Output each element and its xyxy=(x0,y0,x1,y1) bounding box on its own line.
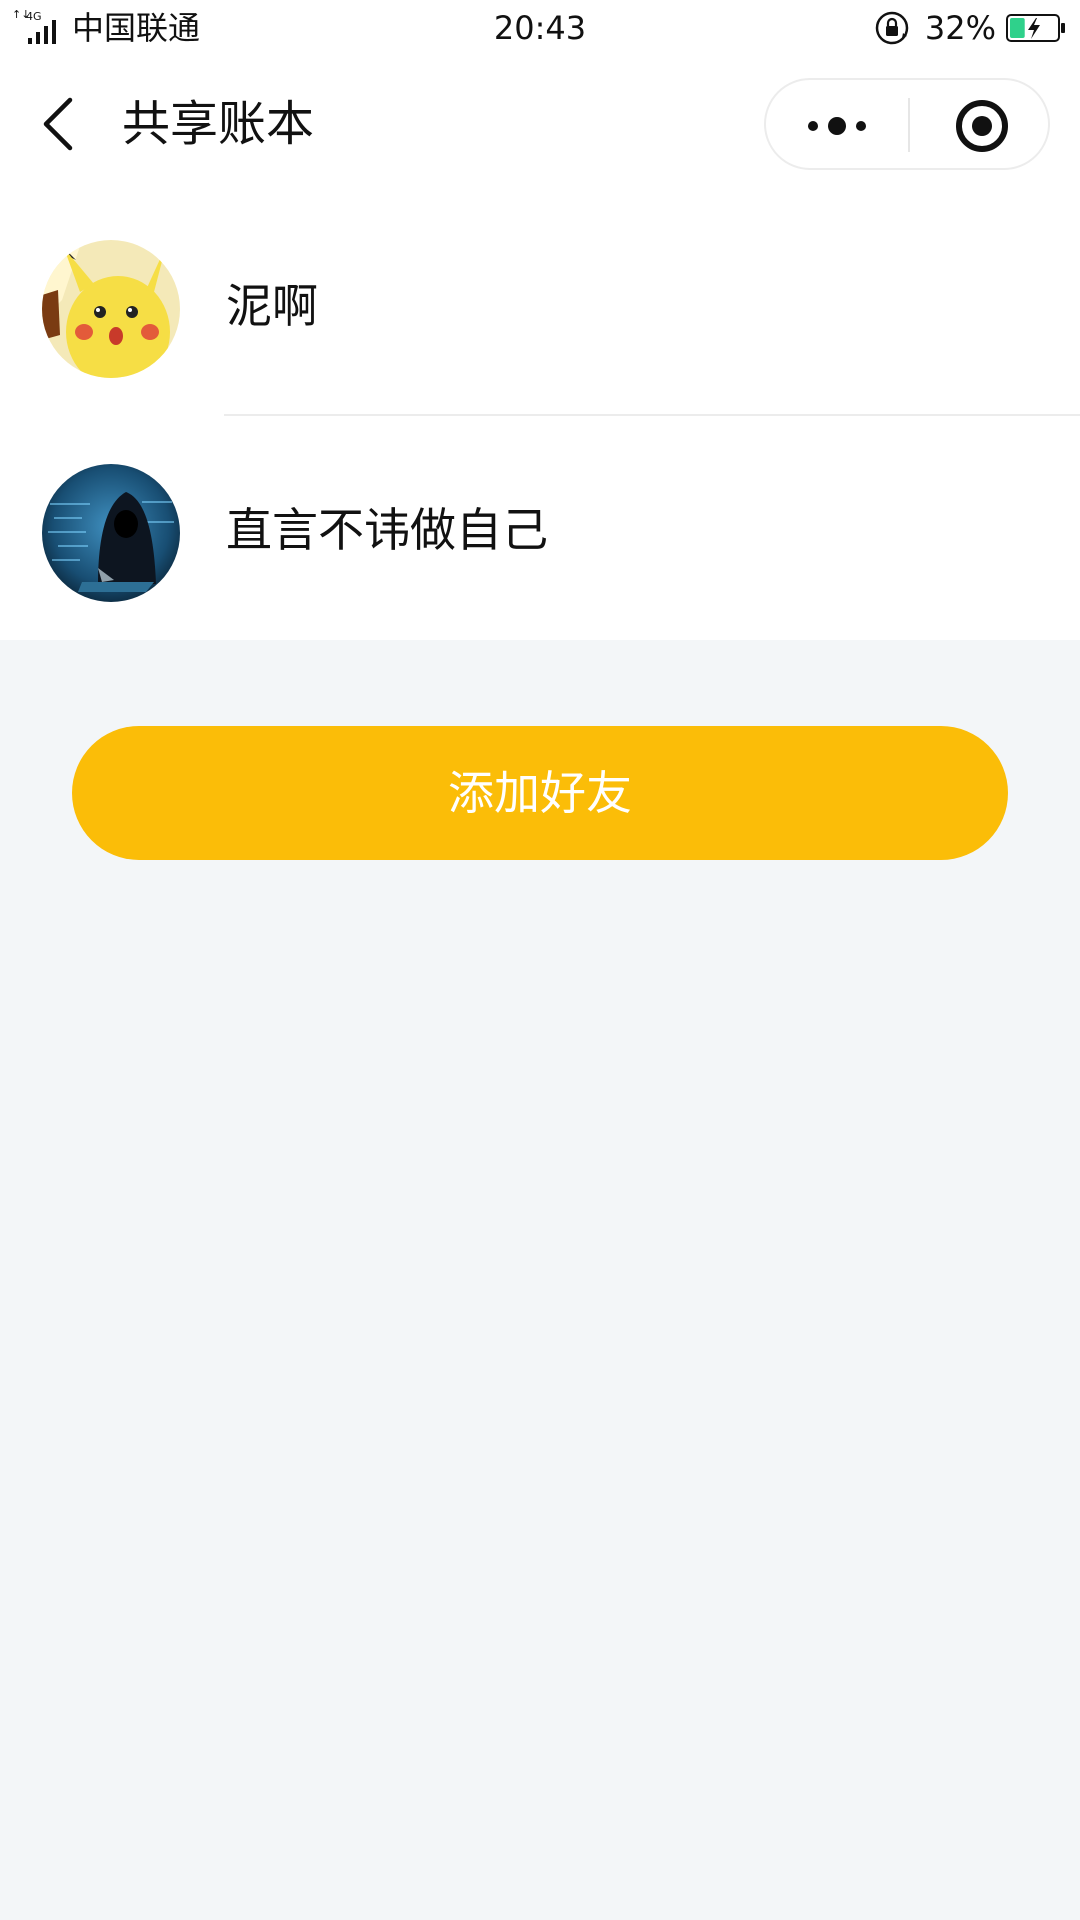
member-name: 直言不讳做自己 xyxy=(226,503,548,557)
list-item[interactable]: 直言不讳做自己 xyxy=(0,416,1080,638)
battery-icon xyxy=(1006,14,1065,42)
target-circle-icon[interactable] xyxy=(910,80,1048,168)
battery-percent: 32% xyxy=(924,9,996,47)
add-friend-button[interactable]: 添加好友 xyxy=(72,726,1008,860)
more-dots-icon[interactable] xyxy=(766,80,908,168)
nav-bar: 共享账本 xyxy=(0,58,1080,192)
chevron-left-icon[interactable] xyxy=(30,88,90,160)
hooded-hacker-avatar xyxy=(42,464,180,602)
pikachu-avatar xyxy=(42,240,180,378)
screen: ↑↓ 4G 中国联通 20:43 32% 共享账本 泥啊 直言不讳做自己 添加好… xyxy=(0,0,1080,1920)
rotation-lock-icon xyxy=(875,11,909,45)
capsule-menu xyxy=(764,78,1050,170)
member-list: 泥啊 直言不讳做自己 xyxy=(0,192,1080,640)
member-name: 泥啊 xyxy=(226,279,318,333)
page-title: 共享账本 xyxy=(122,96,315,152)
status-right: 32% xyxy=(873,8,1066,48)
list-item[interactable]: 泥啊 xyxy=(0,192,1080,416)
status-bar: ↑↓ 4G 中国联通 20:43 32% xyxy=(0,0,1080,58)
